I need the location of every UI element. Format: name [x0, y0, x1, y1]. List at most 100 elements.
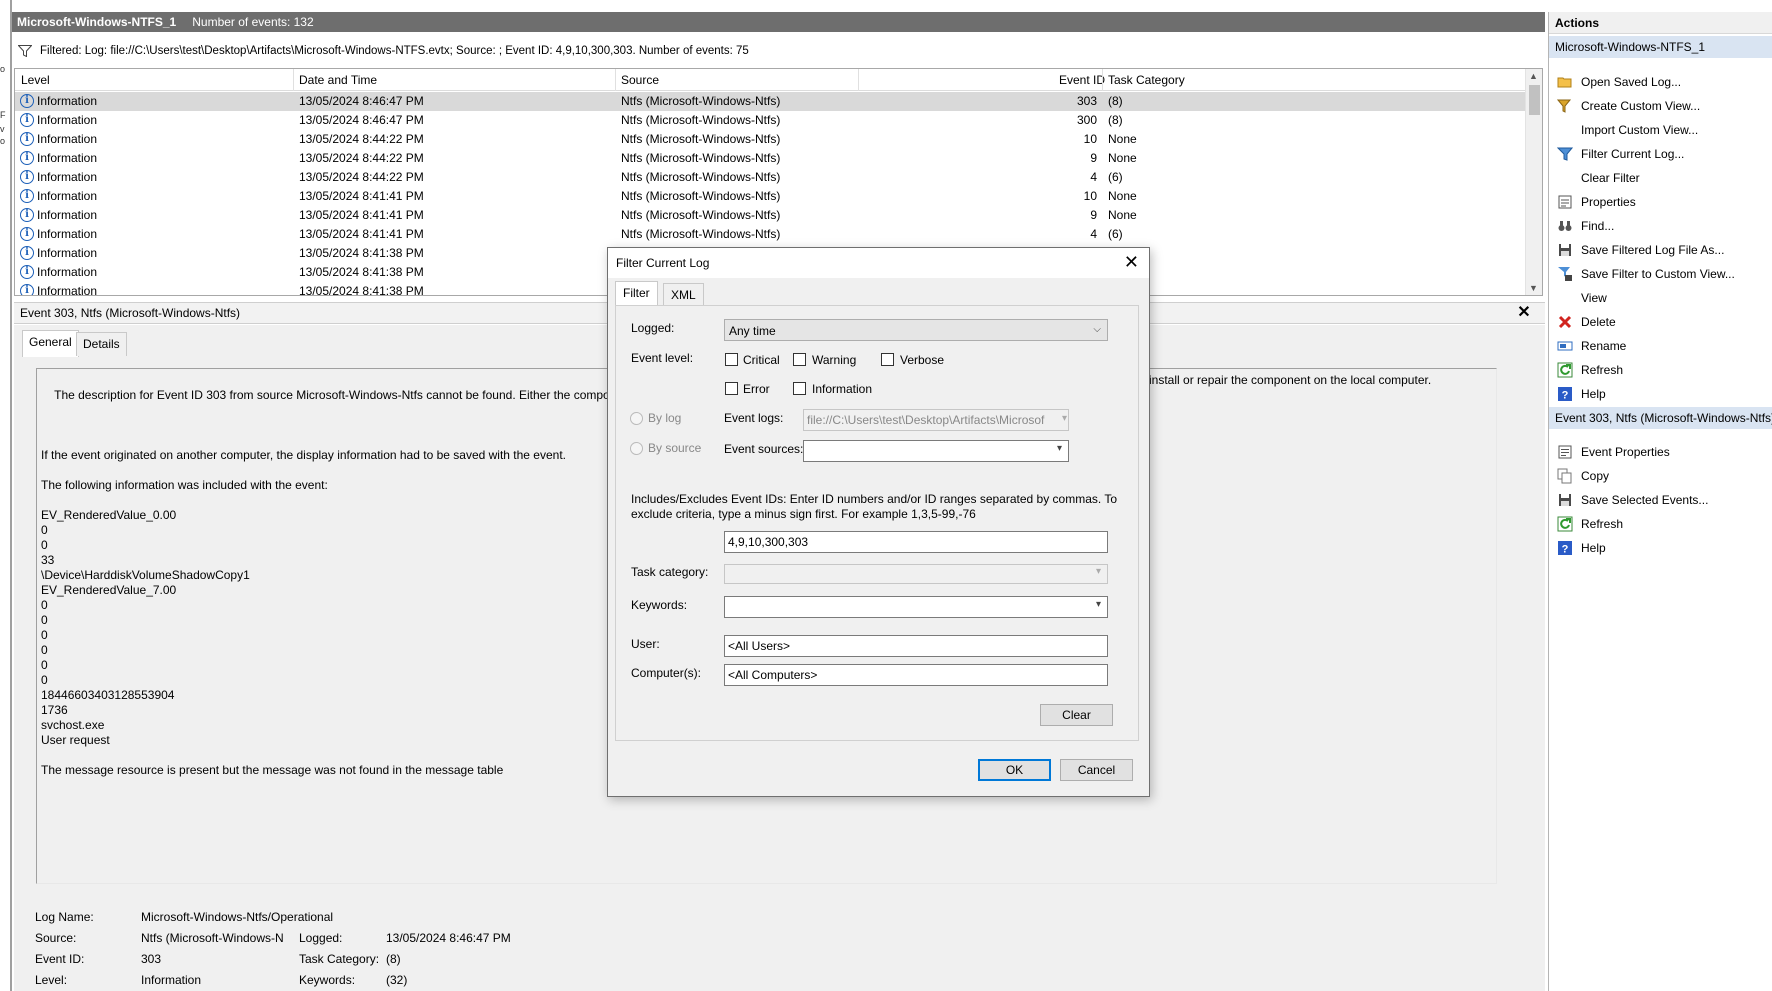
- actions-section-event[interactable]: Event 303, Ntfs (Microsoft-Windows-Ntfs): [1549, 407, 1772, 429]
- verbose-checkbox[interactable]: [881, 353, 894, 366]
- action-item[interactable]: ? Help: [1549, 383, 1772, 405]
- action-label: Rename: [1581, 339, 1627, 353]
- event-level: Information: [37, 246, 98, 260]
- event-row[interactable]: i Information 13/05/2024 8:44:22 PM Ntfs (M…: [15, 130, 1526, 149]
- action-item[interactable]: Refresh: [1549, 513, 1772, 535]
- strip-fragment: o: [0, 136, 6, 146]
- column-header-event-id[interactable]: Event ID: [1059, 73, 1105, 87]
- action-label: Refresh: [1581, 363, 1624, 377]
- column-header-task-category[interactable]: Task Category: [1108, 73, 1185, 87]
- action-item[interactable]: Copy: [1549, 465, 1772, 487]
- event-id: 10: [1083, 132, 1097, 146]
- event-row[interactable]: i Information 13/05/2024 8:41:41 PM Ntfs (M…: [15, 225, 1526, 244]
- information-checkbox[interactable]: [793, 382, 806, 395]
- event-ids-value: 4,9,10,300,303: [728, 535, 809, 549]
- scroll-down-icon[interactable]: ▼: [1529, 283, 1538, 293]
- tab-xml[interactable]: XML: [663, 283, 704, 305]
- cancel-button[interactable]: Cancel: [1060, 759, 1133, 781]
- event-sources-dropdown[interactable]: ▾: [803, 440, 1069, 462]
- event-row[interactable]: i Information 13/05/2024 8:41:41 PM Ntfs (M…: [15, 206, 1526, 225]
- filter-panel: Logged: Any time ⌵ Event level: Critical…: [615, 305, 1139, 741]
- meta-level-label: Level:: [35, 973, 68, 987]
- funnel-star-icon: [1556, 98, 1573, 114]
- logged-dropdown[interactable]: Any time ⌵: [724, 319, 1108, 341]
- action-item[interactable]: Create Custom View...: [1549, 95, 1772, 117]
- action-item[interactable]: Import Custom View...: [1549, 119, 1772, 141]
- action-item[interactable]: Refresh: [1549, 359, 1772, 381]
- dialog-title: Filter Current Log: [616, 256, 710, 270]
- action-label: Event Properties: [1581, 445, 1670, 459]
- by-log-radio[interactable]: [630, 412, 643, 425]
- tab-details[interactable]: Details: [76, 332, 127, 356]
- refresh-icon: [1557, 516, 1573, 532]
- event-task-category: (6): [1108, 170, 1123, 184]
- event-row[interactable]: i Information 13/05/2024 8:44:22 PM Ntfs (M…: [15, 168, 1526, 187]
- by-source-radio[interactable]: [630, 442, 643, 455]
- event-id: 9: [1090, 208, 1097, 222]
- actions-section-log[interactable]: Microsoft-Windows-NTFS_1: [1549, 36, 1772, 58]
- meta-event-id: 303: [141, 952, 162, 966]
- action-item[interactable]: Properties: [1549, 191, 1772, 213]
- log-header: Microsoft-Windows-NTFS_1 Number of event…: [12, 12, 1545, 32]
- action-item[interactable]: Rename: [1549, 335, 1772, 357]
- action-item[interactable]: Event Properties: [1549, 441, 1772, 463]
- ok-button[interactable]: OK: [978, 759, 1051, 781]
- tab-general[interactable]: General: [22, 330, 79, 357]
- scroll-thumb[interactable]: [1529, 85, 1540, 115]
- tab-filter[interactable]: Filter: [615, 281, 658, 306]
- log-title: Microsoft-Windows-NTFS_1: [17, 15, 177, 29]
- action-item[interactable]: Save Filter to Custom View...: [1549, 263, 1772, 285]
- information-icon: i: [20, 94, 34, 108]
- action-item[interactable]: View: [1549, 287, 1772, 309]
- action-item[interactable]: Open Saved Log...: [1549, 71, 1772, 93]
- event-row[interactable]: i Information 13/05/2024 8:46:47 PM Ntfs (M…: [15, 92, 1526, 111]
- action-item[interactable]: Save Filtered Log File As...: [1549, 239, 1772, 261]
- user-input[interactable]: <All Users>: [724, 635, 1108, 657]
- close-icon[interactable]: ✕: [1124, 252, 1139, 272]
- event-row[interactable]: i Information 13/05/2024 8:46:47 PM Ntfs (M…: [15, 111, 1526, 130]
- action-item[interactable]: Save Selected Events...: [1549, 489, 1772, 511]
- actions-pane: Actions Microsoft-Windows-NTFS_1 Open Sa…: [1548, 12, 1772, 991]
- description-line-tail: install or repair the component on the l…: [1149, 373, 1432, 387]
- action-item[interactable]: ? Help: [1549, 537, 1772, 559]
- warning-checkbox[interactable]: [793, 353, 806, 366]
- event-list-scrollbar[interactable]: ▲ ▼: [1525, 69, 1542, 295]
- action-item[interactable]: Clear Filter: [1549, 167, 1772, 189]
- information-icon: i: [20, 151, 34, 165]
- action-item[interactable]: Delete: [1549, 311, 1772, 333]
- meta-task: (8): [386, 952, 401, 966]
- column-header-source[interactable]: Source: [621, 73, 659, 87]
- meta-logged: 13/05/2024 8:46:47 PM: [386, 931, 511, 945]
- event-ids-input[interactable]: 4,9,10,300,303: [724, 531, 1108, 553]
- event-row[interactable]: i Information 13/05/2024 8:44:22 PM Ntfs (M…: [15, 149, 1526, 168]
- critical-checkbox[interactable]: [725, 353, 738, 366]
- svg-text:?: ?: [1562, 390, 1569, 402]
- error-checkbox[interactable]: [725, 382, 738, 395]
- event-level: Information: [37, 284, 98, 296]
- event-id: 303: [1076, 94, 1097, 108]
- action-label: Properties: [1581, 195, 1636, 209]
- save-icon: [1557, 242, 1573, 258]
- event-level: Information: [37, 208, 98, 222]
- help-icon: ?: [1557, 386, 1573, 402]
- column-header-datetime[interactable]: Date and Time: [299, 73, 377, 87]
- computers-input[interactable]: <All Computers>: [724, 664, 1108, 686]
- refresh-icon: [1557, 362, 1573, 378]
- column-header-level[interactable]: Level: [21, 73, 50, 87]
- event-row[interactable]: i Information 13/05/2024 8:41:41 PM Ntfs (M…: [15, 187, 1526, 206]
- close-icon[interactable]: ✕: [1515, 304, 1533, 322]
- action-label: Filter Current Log...: [1581, 147, 1685, 161]
- event-task-category: (6): [1108, 227, 1123, 241]
- action-item[interactable]: Filter Current Log...: [1549, 143, 1772, 165]
- keywords-dropdown[interactable]: ▾: [724, 596, 1108, 618]
- clear-button[interactable]: Clear: [1040, 704, 1113, 726]
- event-datetime: 13/05/2024 8:46:47 PM: [299, 113, 424, 127]
- action-item[interactable]: Find...: [1549, 215, 1772, 237]
- action-label: Import Custom View...: [1581, 123, 1699, 137]
- strip-fragment: F: [0, 110, 6, 120]
- event-datetime: 13/05/2024 8:44:22 PM: [299, 151, 424, 165]
- event-datetime: 13/05/2024 8:46:47 PM: [299, 94, 424, 108]
- event-logs-value: file://C:\Users\test\Desktop\Artifacts\M…: [807, 413, 1045, 427]
- meta-source: Ntfs (Microsoft-Windows-N: [141, 931, 284, 945]
- scroll-up-icon[interactable]: ▲: [1529, 71, 1538, 81]
